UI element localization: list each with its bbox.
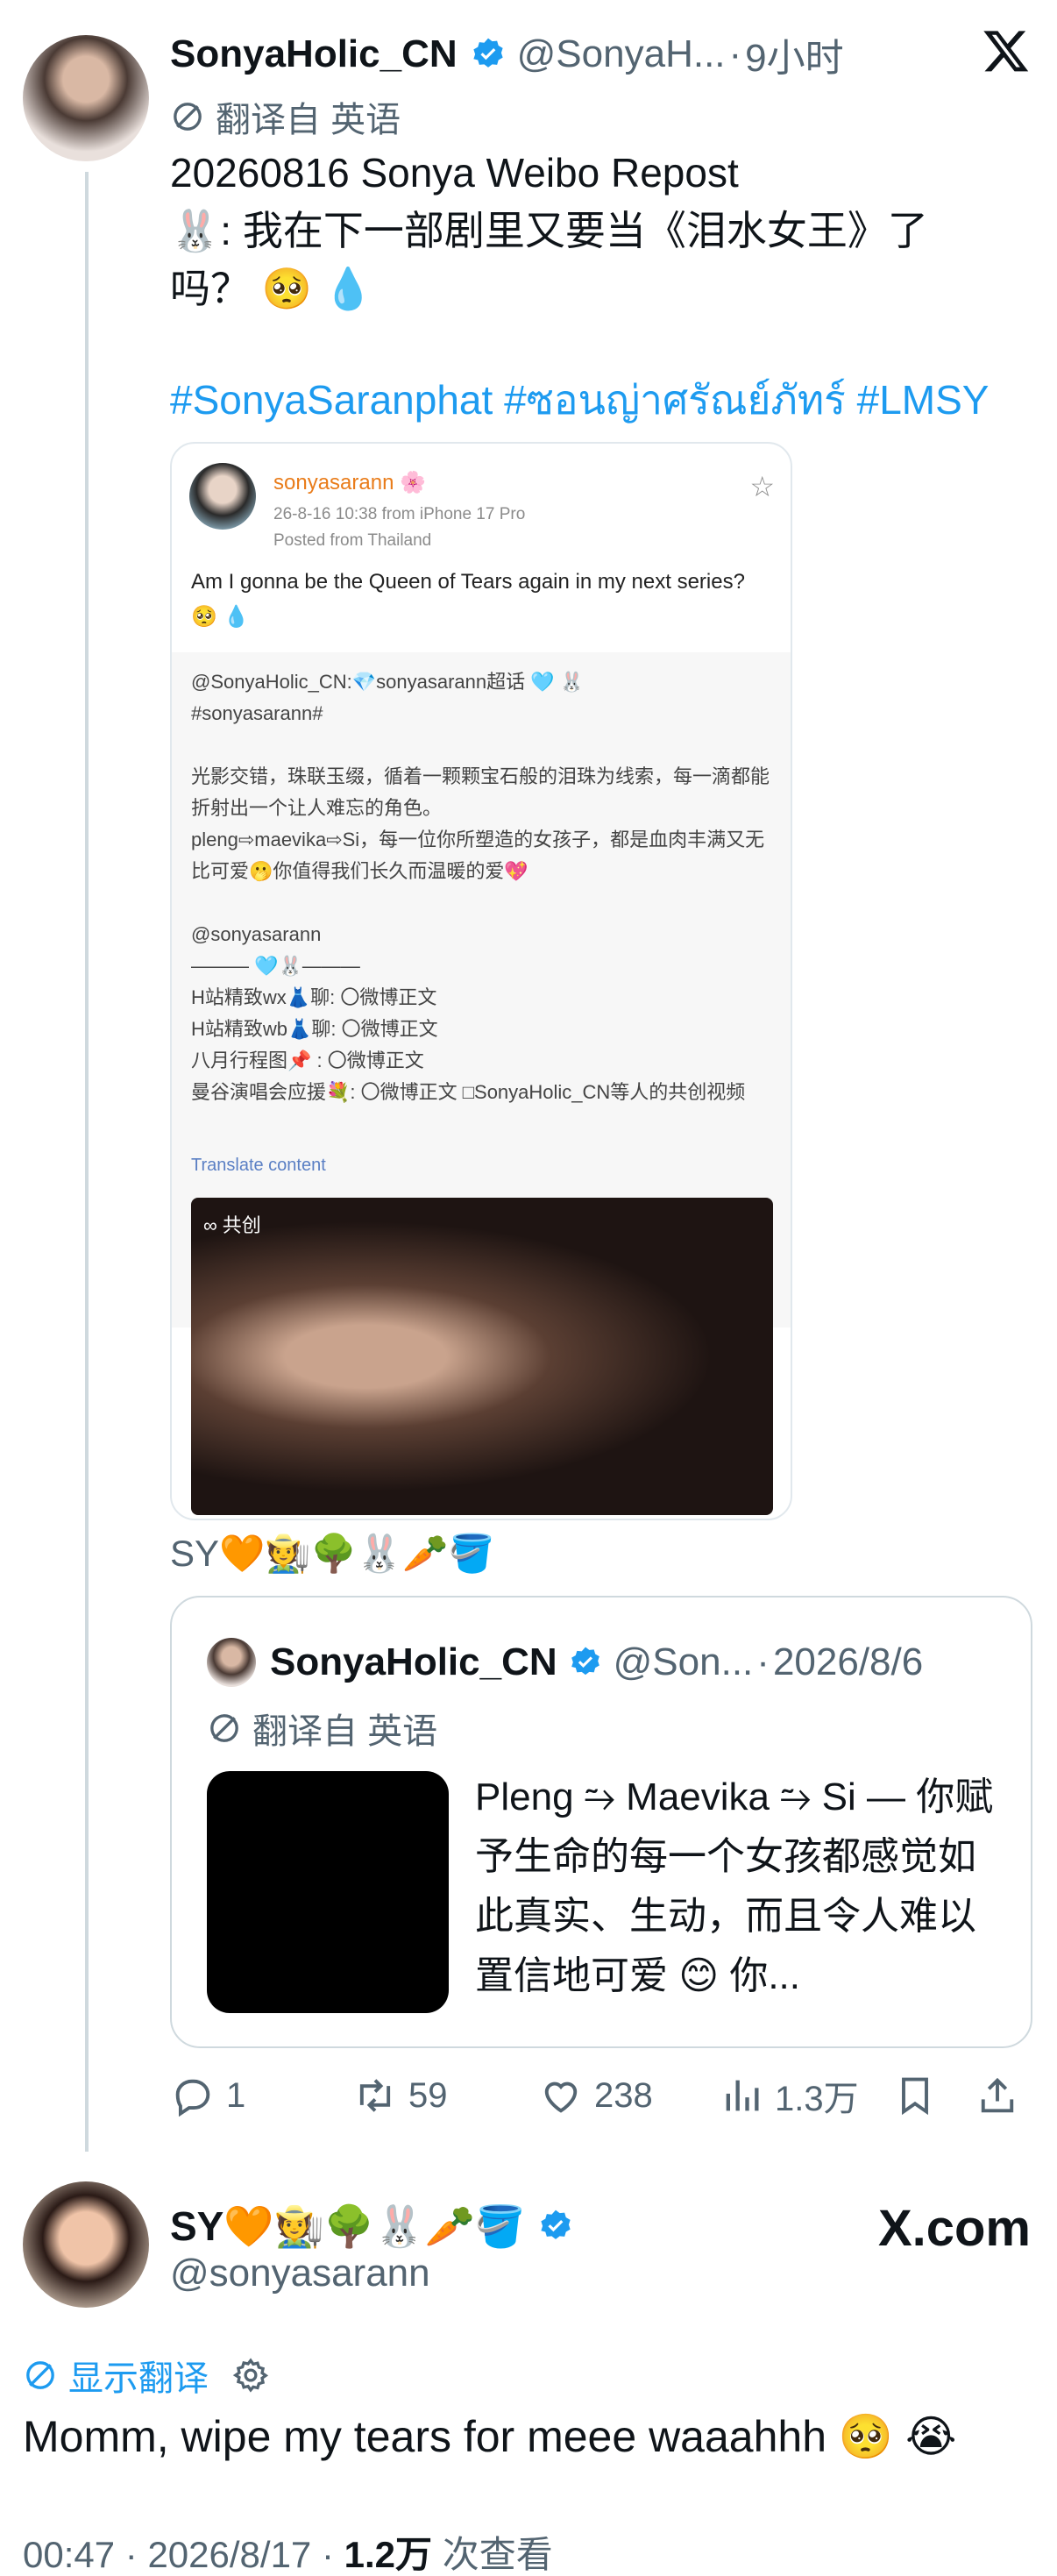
star-icon: ☆: [749, 471, 775, 502]
quoted-author-name: SonyaHolic_CN: [270, 1640, 557, 1683]
weibo-timestamp: 26-8-16 10:38 from iPhone 17 Pro: [273, 505, 526, 523]
repost-count: 59: [408, 2075, 448, 2115]
reply-author-name[interactable]: SY🧡🧑‍🌾🌳🐰🥕🪣: [170, 2202, 525, 2251]
repost-icon: [359, 2079, 391, 2112]
quoted-tweet-text: Pleng ⥲ Maevika ⥲ Si — 你赋予生命的每一个女孩都感觉如此真…: [475, 1775, 994, 1997]
author-handle[interactable]: @SonyaH...: [517, 32, 726, 76]
weibo-repost-text: @SonyaHolic_CN:💎sonyasarann超话 🩵 🐰 #sonya…: [191, 671, 770, 1103]
like-button[interactable]: 238: [538, 2064, 653, 2127]
repost-button[interactable]: 59: [352, 2064, 448, 2127]
translated-from-note: 翻译自 英语: [170, 91, 401, 142]
quoted-media-thumbnail: [207, 1771, 449, 2013]
quoted-tweet-card[interactable]: SonyaHolic_CN @Son... · 2026/8/6 翻译自 英语 …: [170, 1596, 1032, 2048]
separator-dot: ·: [756, 1640, 770, 1683]
tweet-date[interactable]: 2026/8/17: [147, 2534, 311, 2575]
quoted-author-avatar: [207, 1638, 256, 1687]
view-label: 次查看: [442, 2534, 553, 2575]
translate-icon: [210, 1714, 238, 1742]
views-button[interactable]: 1.3万: [719, 2064, 859, 2127]
tweet-text-line: 🐰: 我在下一部剧里又要当《泪水女王》了: [170, 208, 928, 253]
bookmark-icon: [902, 2077, 928, 2116]
translated-from-label: 翻译自 英语: [252, 1712, 438, 1751]
tweet-time[interactable]: 9小时: [745, 26, 843, 82]
x-com-brand: X.com: [878, 2199, 1031, 2258]
reply-tweet-text: Momm, wipe my tears for meee waaahhh 🥺 😭: [23, 2412, 957, 2461]
weibo-video-thumbnail: ∞ 共创: [191, 1198, 773, 1515]
separator-dot: ·: [321, 2534, 344, 2575]
quoted-author-handle: @Son...: [613, 1640, 754, 1683]
hashtag-links[interactable]: #SonyaSaranphat #ซอนญ่าศรัณย์ภัทร์ #LMSY: [170, 368, 990, 432]
quoted-tweet-date: 2026/8/6: [772, 1640, 924, 1683]
video-badge-label: 共创: [222, 1214, 261, 1236]
verified-badge-icon: [473, 38, 503, 68]
weibo-post-text: Am I gonna be the Queen of Tears again i…: [191, 570, 745, 629]
tweet-footer: 00:47 · 2026/8/17 · 1.2万 次查看: [23, 2525, 553, 2576]
translated-from-label: 翻译自 英语: [216, 101, 401, 139]
translate-icon: [26, 2361, 54, 2389]
share-icon: [981, 2077, 1014, 2113]
weibo-username: sonyasarann 🌸: [273, 471, 426, 495]
tweet-body: 20260816 Sonya Weibo Repost 🐰: 我在下一部剧里又要…: [170, 144, 1029, 317]
share-button[interactable]: [975, 2064, 1031, 2127]
like-count: 238: [594, 2075, 653, 2115]
weibo-meta: 26-8-16 10:38 from iPhone 17 Pro Posted …: [273, 502, 525, 554]
weibo-avatar: [189, 463, 256, 530]
separator-dot: ·: [728, 32, 742, 75]
bookmark-button[interactable]: [892, 2064, 948, 2127]
show-translation-link[interactable]: 显示翻译: [23, 2350, 270, 2401]
translate-icon: [174, 103, 202, 131]
gear-icon[interactable]: [231, 2356, 270, 2395]
author-nickname-line: SY🧡🧑‍🌾🌳🐰🥕🪣: [170, 1533, 494, 1574]
views-chart-icon: [726, 2080, 759, 2111]
reply-author-handle[interactable]: @sonyasarann: [170, 2252, 430, 2295]
reply-header: SY🧡🧑‍🌾🌳🐰🥕🪣: [170, 2195, 836, 2257]
quoted-translated-note: 翻译自 英语: [207, 1703, 437, 1754]
verified-badge-icon: [571, 1647, 599, 1676]
video-badge: ∞ 共创: [203, 1214, 261, 1236]
show-translation-label: 显示翻译: [68, 2359, 209, 2398]
heart-icon: [544, 2081, 578, 2113]
tweet-action-bar: 1 59 238 1.3万: [170, 2064, 1038, 2127]
thread-connector-line: [85, 172, 89, 2152]
separator-dot: ·: [124, 2534, 148, 2575]
tweet-header: SonyaHolic_CN @SonyaH... · 9小时: [170, 30, 1029, 80]
reply-icon: [175, 2079, 210, 2117]
tweet-text-line: 20260816 Sonya Weibo Repost: [170, 150, 739, 196]
author-display-name[interactable]: SonyaHolic_CN: [170, 32, 458, 76]
tweet-text-line: 吗？ 🥺 💧: [170, 266, 374, 311]
view-count: 1.2万: [344, 2534, 433, 2575]
author-avatar[interactable]: [23, 35, 149, 161]
reply-button[interactable]: 1: [170, 2064, 245, 2127]
weibo-screenshot-image[interactable]: sonyasarann 🌸 26-8-16 10:38 from iPhone …: [170, 442, 792, 1520]
x-logo-icon[interactable]: [982, 26, 1031, 75]
views-count: 1.3万: [775, 2080, 859, 2118]
tweet-time[interactable]: 00:47: [23, 2534, 115, 2575]
verified-badge-icon: [541, 2210, 571, 2239]
weibo-translate-link: Translate content: [191, 1156, 326, 1175]
x-com-label: X.com: [877, 2200, 1031, 2257]
reply-count: 1: [226, 2075, 246, 2115]
quoted-tweet-header: SonyaHolic_CN @Son... · 2026/8/6: [270, 1633, 1006, 1692]
weibo-location: Posted from Thailand: [273, 531, 432, 550]
reply-author-avatar[interactable]: [23, 2181, 149, 2308]
